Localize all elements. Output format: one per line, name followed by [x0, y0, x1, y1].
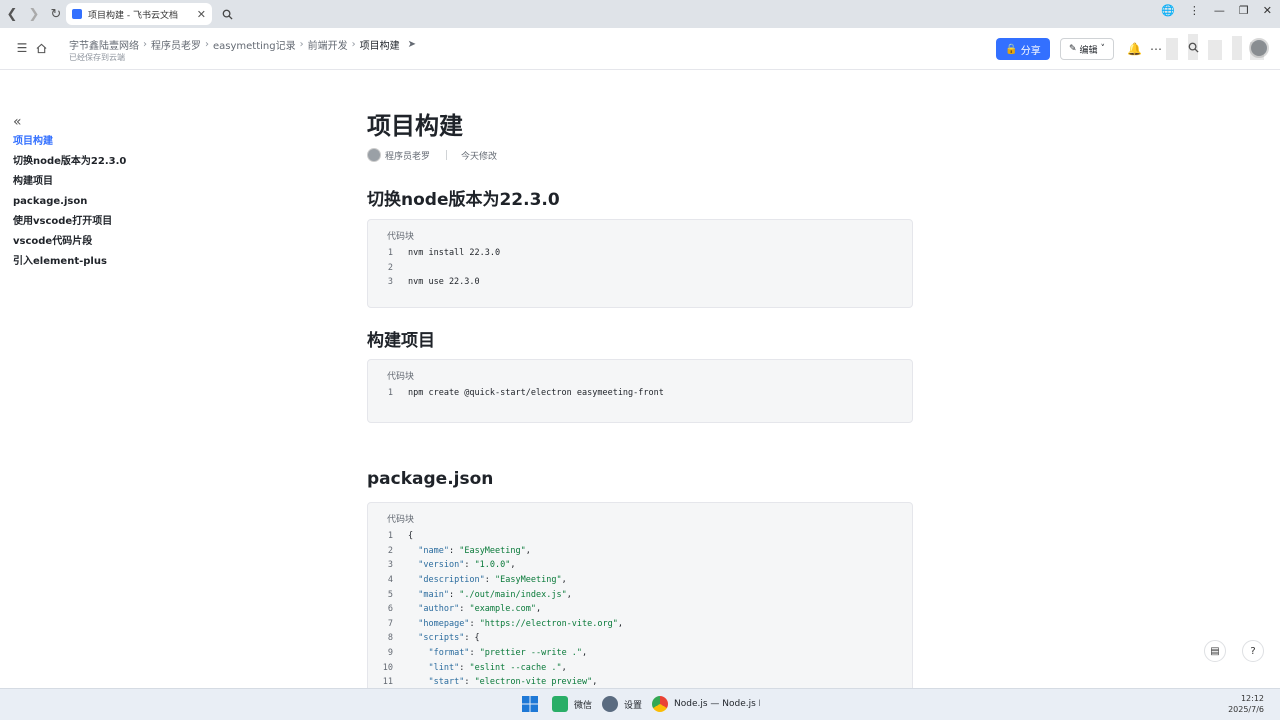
code-line: 9 "format": "prettier --write .", [387, 648, 588, 659]
breadcrumb: 字节鑫陆壹网络 › 程序员老罗 › easymetting记录 › 前端开发 › 项目构… [69, 37, 416, 52]
breadcrumb-item[interactable]: easymetting记录 [213, 37, 296, 52]
home-icon[interactable] [34, 41, 48, 55]
chrome-icon [652, 696, 668, 712]
more-icon[interactable]: ⋮ [1189, 4, 1200, 17]
doc-assistant-icon[interactable]: ▤ [1204, 640, 1226, 662]
code-line: 7 "homepage": "https://electron-vite.org… [387, 618, 623, 629]
code-line: 1 nvm install 22.3.0 [387, 248, 501, 259]
modified-time: 今天修改 [461, 151, 498, 162]
code-line: 3 nvm use 22.3.0 [387, 277, 480, 288]
clock-time: 12:12 [1240, 694, 1264, 703]
outline-sidebar: « 项目构建 切换node版本为22.3.0 构建项目 package.json… [13, 114, 173, 272]
taskbar-label: 微信 [574, 700, 593, 711]
menu-icon[interactable]: ☰ [15, 41, 29, 55]
code-block[interactable]: 代码块 1 npm create @quick-start/electron ea… [367, 359, 913, 423]
code-line: 1 npm create @quick-start/electron easyme… [387, 388, 664, 399]
outline-item[interactable]: 构建项目 [13, 172, 173, 192]
collapse-icon[interactable]: « [13, 114, 173, 132]
watermark-logo-icon [1166, 34, 1264, 60]
outline-item[interactable]: package.json [13, 192, 173, 212]
doc-header: ☰ 字节鑫陆壹网络 › 程序员老罗 › easymetting记录 › 前端开发 › 项… [0, 28, 1280, 70]
code-line: 5 "main": "./out/main/index.js", [387, 589, 572, 600]
outline-item[interactable]: 引入element-plus [13, 252, 173, 272]
code-line: 6 "author": "example.com", [387, 604, 542, 615]
code-block-label: 代码块 [387, 515, 415, 525]
page-title: 项目构建 [367, 112, 463, 140]
taskbar-chrome[interactable]: Node.js — Node.js Relea [652, 696, 760, 712]
breadcrumb-current: 项目构建 [359, 41, 400, 52]
breadcrumb-item[interactable]: 字节鑫陆壹网络 [69, 37, 139, 52]
tab-title: 项目构建 - 飞书云文档 [88, 10, 178, 21]
section-heading: package.json [367, 469, 494, 489]
author-name[interactable]: 程序员老罗 [385, 149, 430, 162]
clock-date: 2025/7/6 [1228, 705, 1264, 714]
start-button[interactable] [522, 696, 538, 712]
taskbar-wechat[interactable]: 微信 [552, 696, 592, 712]
share-label: 分享 [1020, 45, 1041, 57]
taskbar: 微信 设置 Node.js — Node.js Relea 12:12 2025… [0, 688, 1280, 720]
save-status: 已经保存到云端 [69, 53, 125, 62]
pencil-icon: ✎ [1068, 44, 1077, 54]
window-controls: 🌐 ⋮ — ❐ ✕ [1161, 4, 1272, 17]
outline-item[interactable]: vscode代码片段 [13, 232, 173, 252]
feishu-doc-icon [72, 9, 82, 19]
outline-item[interactable]: 项目构建 [13, 132, 173, 152]
more-options-icon[interactable]: ⋯ [1150, 42, 1162, 56]
forward-icon[interactable]: ❯ [24, 4, 44, 24]
code-line: 2 [387, 262, 393, 273]
minimize-icon[interactable]: — [1214, 4, 1225, 17]
code-block[interactable]: 代码块 1{ 2 "name": "EasyMeeting", 3 "version… [367, 502, 913, 692]
browser-tab[interactable]: 项目构建 - 飞书云文档 ✕ [66, 3, 212, 25]
taskbar-label: Node.js — Node.js Relea [674, 699, 760, 709]
help-icon[interactable]: ? [1242, 640, 1264, 662]
code-line: 8 "scripts": { [387, 633, 480, 644]
lock-icon: 🔒 [1005, 43, 1018, 55]
doc-meta: 程序员老罗 今天修改 [367, 148, 497, 162]
code-line: 3 "version": "1.0.0", [387, 560, 516, 571]
globe-icon[interactable]: 🌐 [1161, 4, 1175, 17]
outline-item[interactable]: 使用vscode打开项目 [13, 212, 173, 232]
code-line: 1{ [387, 531, 414, 542]
edit-button[interactable]: ✎ 编辑 ˅ [1060, 38, 1114, 60]
tab-search-icon[interactable] [218, 5, 236, 23]
windows-icon [522, 696, 538, 712]
taskbar-label: 设置 [624, 700, 643, 711]
restore-icon[interactable]: ❐ [1239, 4, 1249, 17]
chevron-down-icon: ˅ [1100, 44, 1106, 54]
pin-icon[interactable]: ➤ [408, 39, 416, 50]
back-icon[interactable]: ❮ [2, 4, 22, 24]
close-window-icon[interactable]: ✕ [1263, 4, 1272, 17]
edit-label: 编辑 [1079, 45, 1098, 56]
outline-item[interactable]: 切换node版本为22.3.0 [13, 152, 173, 172]
gear-icon [602, 696, 618, 712]
breadcrumb-item[interactable]: 程序员老罗 [151, 37, 201, 52]
reload-icon[interactable]: ↻ [46, 4, 66, 24]
bell-icon[interactable]: 🔔 [1127, 42, 1142, 56]
code-block[interactable]: 代码块 1 nvm install 22.3.0 2 3 nvm use 22.3.… [367, 219, 913, 308]
code-line: 4 "description": "EasyMeeting", [387, 575, 567, 586]
share-button[interactable]: 🔒 分享 [996, 38, 1050, 60]
wechat-icon [552, 696, 568, 712]
author-avatar[interactable] [367, 148, 381, 162]
close-icon[interactable]: ✕ [197, 8, 206, 21]
section-heading: 切换node版本为22.3.0 [367, 190, 560, 210]
code-block-label: 代码块 [387, 372, 415, 382]
code-line: 2 "name": "EasyMeeting", [387, 545, 531, 556]
system-clock[interactable]: 12:12 2025/7/6 [1228, 693, 1264, 715]
section-heading: 构建项目 [367, 331, 435, 351]
code-line: 10 "lint": "eslint --cache .", [382, 662, 567, 673]
breadcrumb-item[interactable]: 前端开发 [308, 37, 348, 52]
taskbar-settings[interactable]: 设置 [602, 696, 642, 712]
code-block-label: 代码块 [387, 232, 415, 242]
